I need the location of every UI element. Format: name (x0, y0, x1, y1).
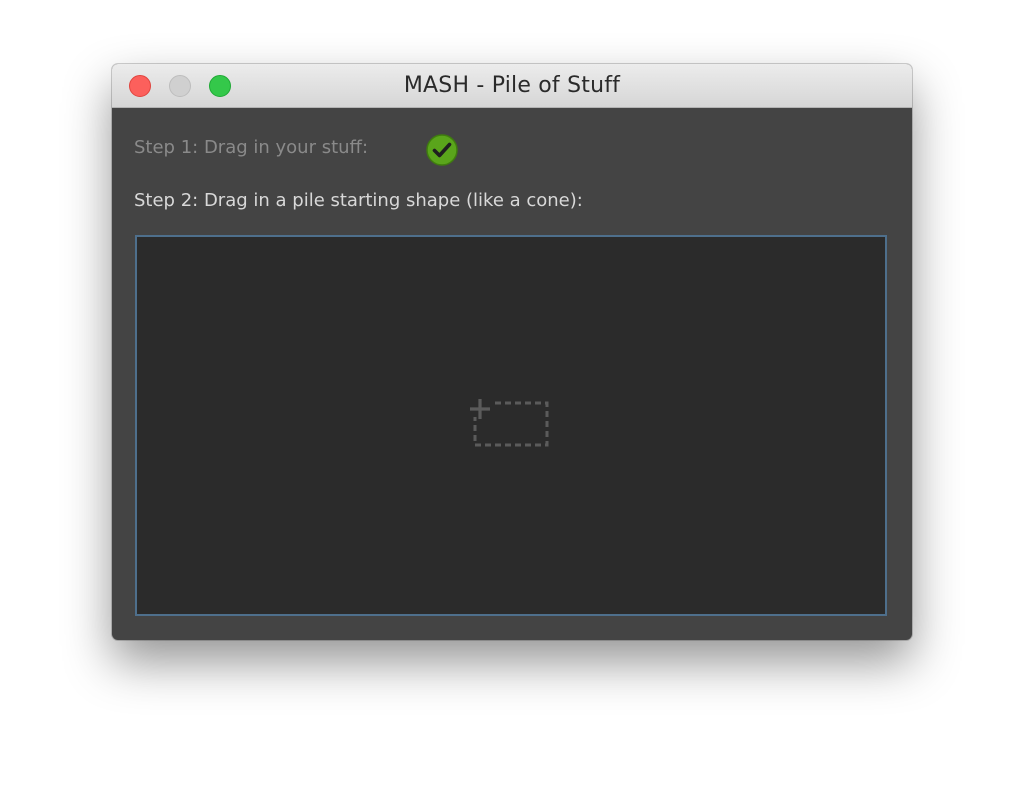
step1-label: Step 1: Drag in your stuff: (134, 137, 369, 158)
title-bar[interactable]: MASH - Pile of Stuff (112, 64, 912, 108)
add-dashed-rect-icon (470, 397, 549, 447)
mash-window: MASH - Pile of Stuff Step 1: Drag in you… (112, 64, 912, 640)
shape-drop-zone[interactable] (135, 235, 887, 616)
window-title: MASH - Pile of Stuff (403, 73, 621, 98)
step2-label: Step 2: Drag in a pile starting shape (l… (134, 190, 583, 211)
checkmark-circle-icon (426, 134, 458, 166)
